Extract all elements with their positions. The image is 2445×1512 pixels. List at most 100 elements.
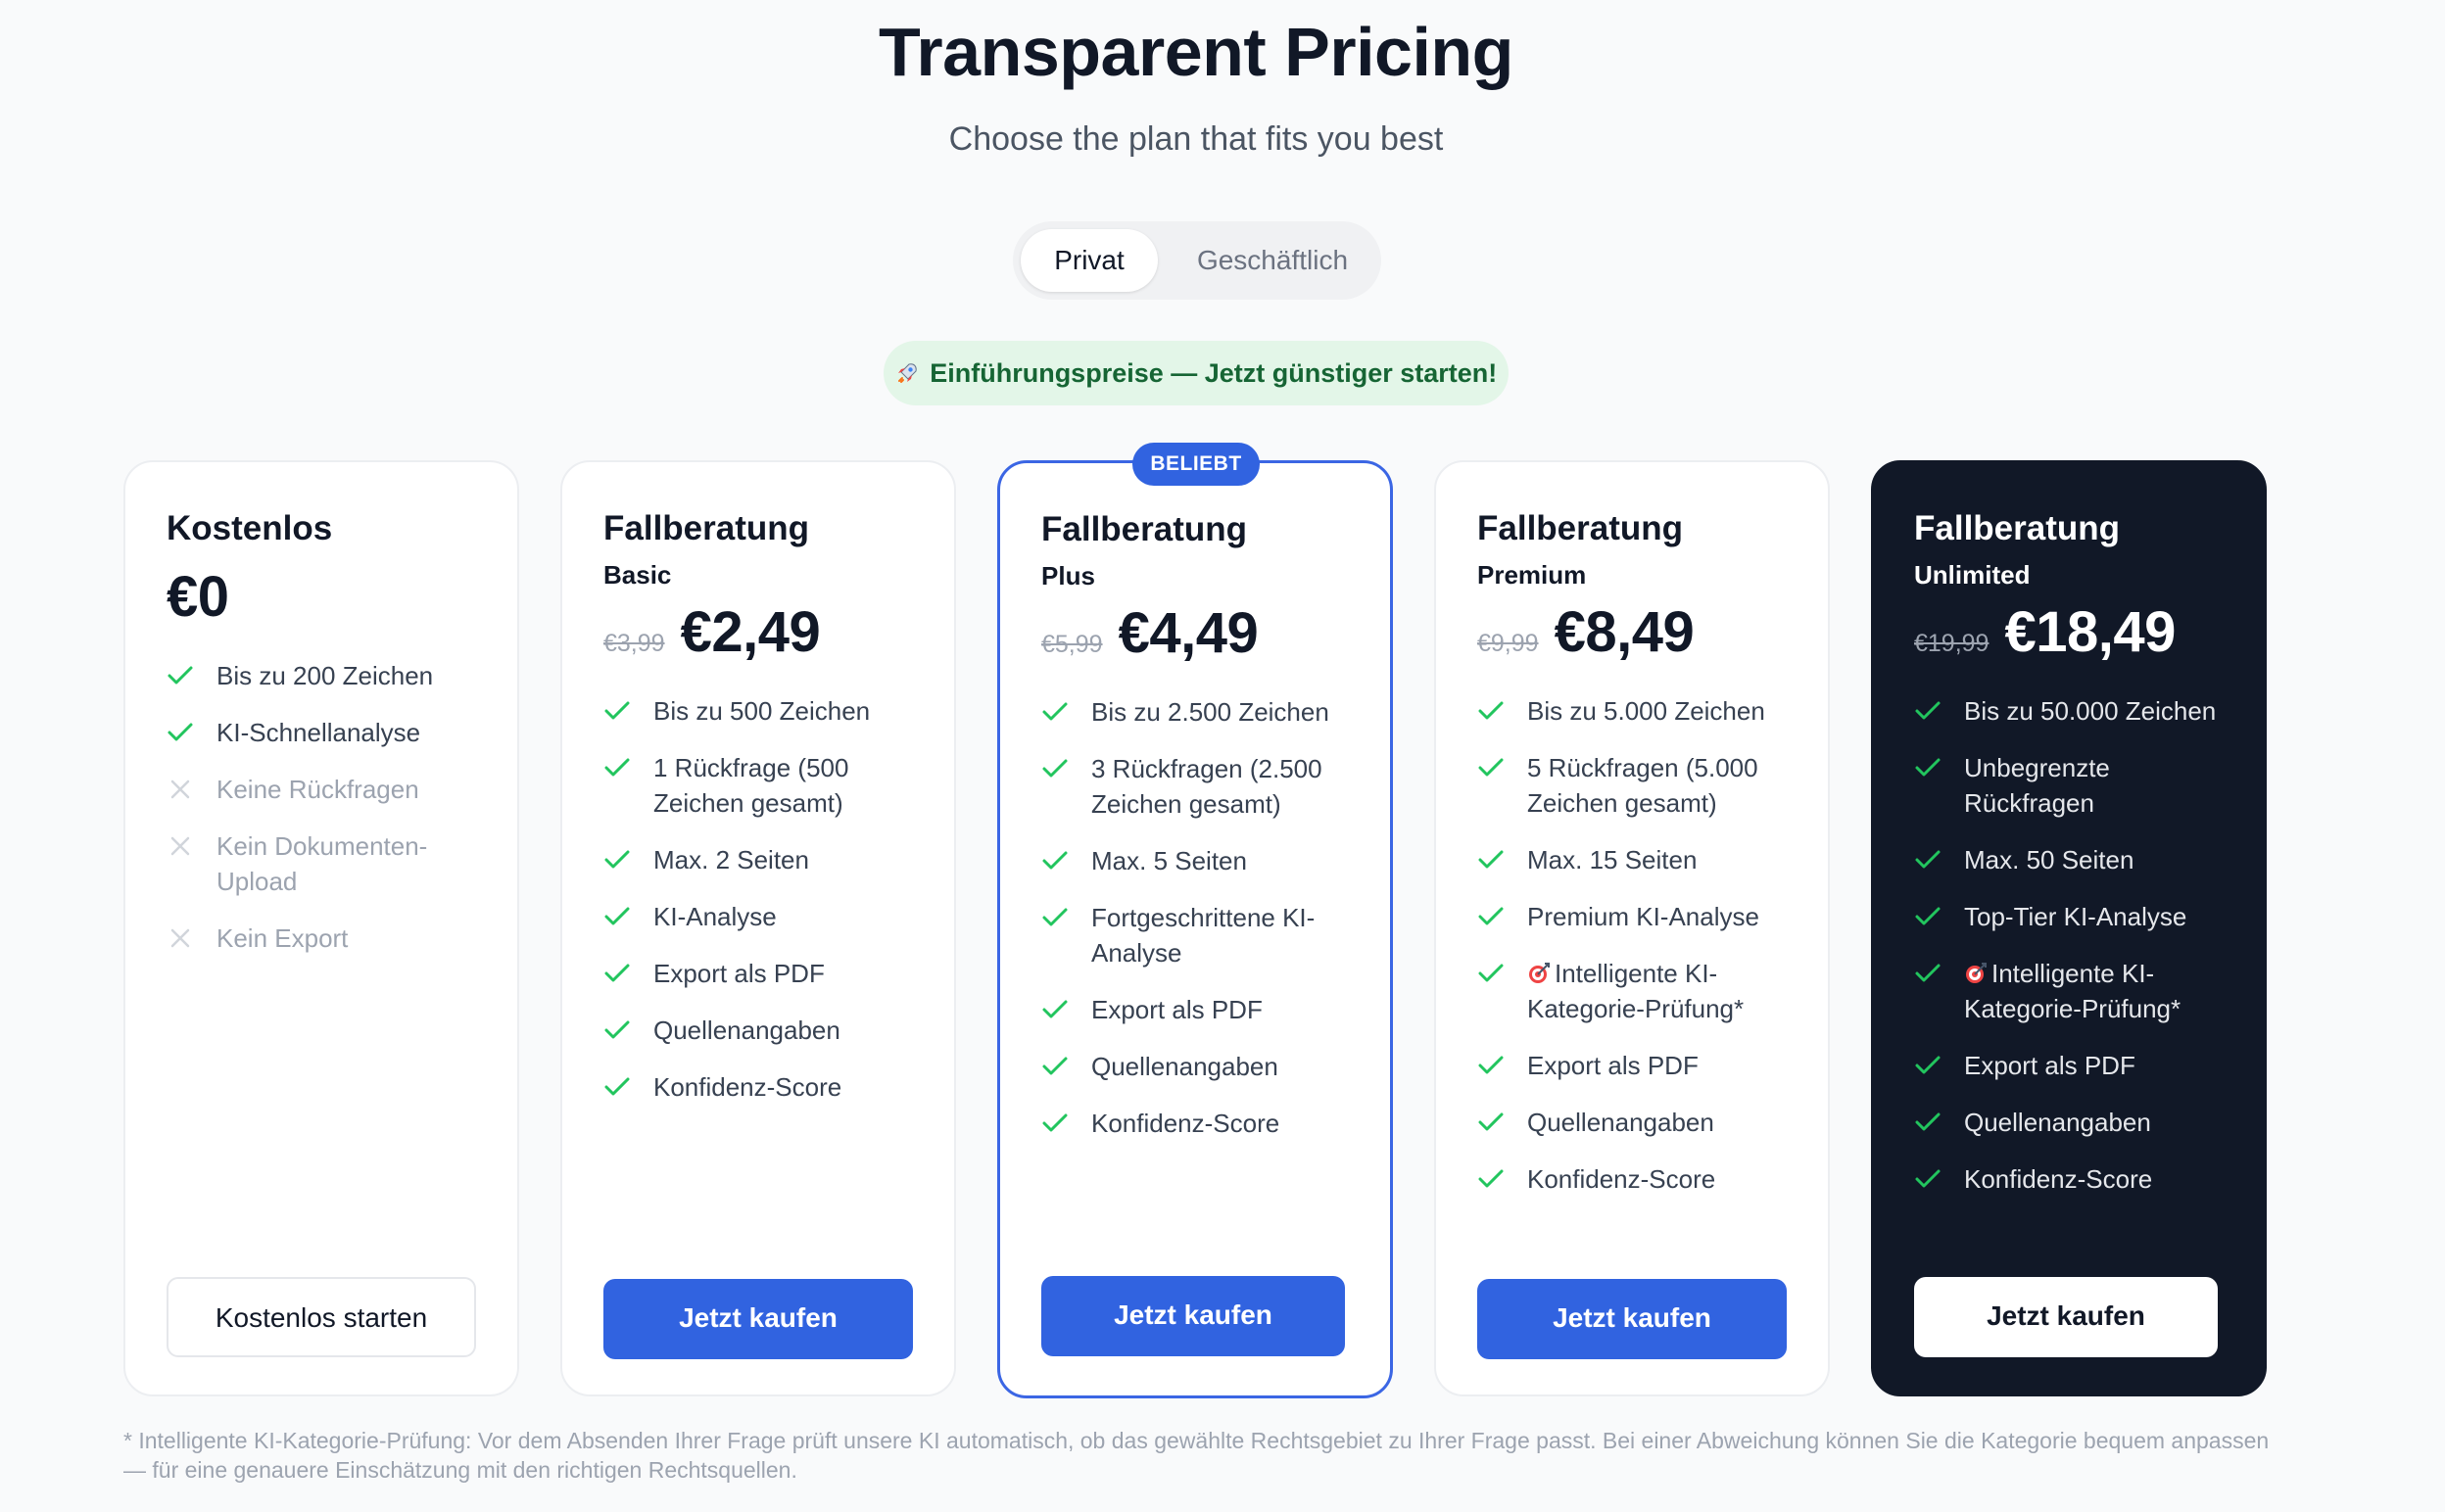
feature-item: Bis zu 500 Zeichen <box>603 693 935 729</box>
feature-item: Quellenangaben <box>1041 1049 1370 1084</box>
feature-item: Export als PDF <box>1477 1048 1808 1083</box>
feature-item: Quellenangaben <box>603 1013 935 1048</box>
cross-icon <box>167 834 194 858</box>
plan-card-unlimited: Fallberatung Unlimited €19,99 €18,49 Bis… <box>1871 460 2267 1396</box>
check-icon <box>603 905 631 928</box>
check-icon <box>1477 905 1505 928</box>
feature-item: Bis zu 2.500 Zeichen <box>1041 694 1370 730</box>
feature-text: Max. 5 Seiten <box>1091 846 1247 875</box>
plan-tier: Basic <box>603 560 672 590</box>
price-row: €3,99 €2,49 <box>603 599 821 665</box>
buy-button[interactable]: Jetzt kaufen <box>1914 1277 2218 1357</box>
feature-text: Kein Dokumenten-Upload <box>216 831 428 896</box>
feature-text: KI-Schnellanalyse <box>216 718 421 747</box>
price-row: €0 <box>167 564 229 630</box>
check-icon <box>1477 699 1505 723</box>
check-icon <box>603 756 631 780</box>
feature-list: Bis zu 50.000 Zeichen Unbegrenzte Rückfra… <box>1914 693 2245 1218</box>
target-icon <box>1527 959 1551 983</box>
feature-item: 1 Rückfrage (500 Zeichen gesamt) <box>603 750 935 821</box>
check-icon <box>1477 1110 1505 1134</box>
check-icon <box>1477 962 1505 985</box>
feature-item: Export als PDF <box>1041 992 1370 1027</box>
page-subtitle: Choose the plan that fits you best <box>948 120 1444 158</box>
buy-button[interactable]: Jetzt kaufen <box>1477 1279 1787 1359</box>
feature-item: Max. 15 Seiten <box>1477 842 1808 877</box>
check-icon <box>1477 848 1505 872</box>
feature-item: Export als PDF <box>603 956 935 991</box>
feature-item: 5 Rückfragen (5.000 Zeichen gesamt) <box>1477 750 1808 821</box>
toggle-option-privat[interactable]: Privat <box>1021 229 1158 292</box>
feature-item: Bis zu 5.000 Zeichen <box>1477 693 1808 729</box>
check-icon <box>1041 849 1069 873</box>
target-icon <box>1964 959 1988 983</box>
feature-text: Bis zu 5.000 Zeichen <box>1527 696 1765 726</box>
feature-text: Max. 2 Seiten <box>653 845 809 874</box>
check-icon <box>603 1018 631 1042</box>
feature-item: Konfidenz-Score <box>1477 1161 1808 1197</box>
feature-text: Max. 50 Seiten <box>1964 845 2134 874</box>
feature-item: Quellenangaben <box>1914 1105 2245 1140</box>
buy-button[interactable]: Jetzt kaufen <box>603 1279 913 1359</box>
feature-item: Bis zu 200 Zeichen <box>167 658 498 693</box>
check-icon <box>1477 1167 1505 1191</box>
plan-card-premium: Fallberatung Premium €9,99 €8,49 Bis zu … <box>1434 460 1830 1396</box>
plan-card-plus: Fallberatung Plus €5,99 €4,49 Bis zu 2.5… <box>997 460 1393 1398</box>
toggle-option-geschaeftlich[interactable]: Geschäftlich <box>1170 229 1375 292</box>
feature-text: Konfidenz-Score <box>1091 1109 1280 1138</box>
check-icon <box>1041 757 1069 780</box>
feature-item: Bis zu 50.000 Zeichen <box>1914 693 2245 729</box>
feature-item: Top-Tier KI-Analyse <box>1914 899 2245 934</box>
feature-text: 3 Rückfragen (2.500 Zeichen gesamt) <box>1091 754 1322 819</box>
page-title: Transparent Pricing <box>879 14 1513 90</box>
feature-text: Top-Tier KI-Analyse <box>1964 902 2187 931</box>
check-icon <box>1041 998 1069 1021</box>
feature-text: Konfidenz-Score <box>1964 1164 2153 1194</box>
plan-tier: Plus <box>1041 561 1095 591</box>
check-icon <box>1041 700 1069 724</box>
check-icon <box>1914 699 1942 723</box>
price-row: €19,99 €18,49 <box>1914 599 2176 665</box>
cross-icon <box>167 926 194 950</box>
plan-name: Kostenlos <box>167 509 333 547</box>
check-icon <box>1914 1110 1942 1134</box>
buy-button[interactable]: Jetzt kaufen <box>1041 1276 1345 1356</box>
feature-item: Fortgeschrittene KI-Analyse <box>1041 900 1370 970</box>
feature-item: Max. 2 Seiten <box>603 842 935 877</box>
cross-icon <box>167 778 194 801</box>
plan-card-basic: Fallberatung Basic €3,99 €2,49 Bis zu 50… <box>560 460 956 1396</box>
feature-text: Bis zu 500 Zeichen <box>653 696 871 726</box>
feature-text: Konfidenz-Score <box>653 1072 842 1102</box>
old-price: €19,99 <box>1914 630 1990 657</box>
promo-text: Einführungspreise — Jetzt günstiger star… <box>930 358 1498 388</box>
old-price: €9,99 <box>1477 630 1539 657</box>
feature-item: Export als PDF <box>1914 1048 2245 1083</box>
start-free-button[interactable]: Kostenlos starten <box>167 1277 476 1357</box>
plan-tier: Unlimited <box>1914 560 2031 590</box>
price-row: €5,99 €4,49 <box>1041 600 1259 666</box>
check-icon <box>603 962 631 985</box>
plan-tier: Premium <box>1477 560 1587 590</box>
feature-item: Konfidenz-Score <box>1041 1106 1370 1141</box>
price: €8,49 <box>1554 600 1695 664</box>
feature-text: Keine Rückfragen <box>216 775 419 804</box>
plan-type-toggle: Privat Geschäftlich <box>1013 221 1381 300</box>
feature-text: Unbegrenzte Rückfragen <box>1964 753 2110 818</box>
old-price: €3,99 <box>603 630 665 657</box>
feature-item: Keine Rückfragen <box>167 772 498 807</box>
check-icon <box>167 721 194 744</box>
feature-text: KI-Analyse <box>653 902 777 931</box>
check-icon <box>1041 906 1069 929</box>
plan-name: Fallberatung <box>603 509 810 547</box>
feature-item: Intelligente KI-Kategorie-Prüfung* <box>1477 956 1808 1026</box>
feature-text: Export als PDF <box>1527 1051 1699 1080</box>
old-price: €5,99 <box>1041 631 1103 658</box>
check-icon <box>603 699 631 723</box>
check-icon <box>1041 1055 1069 1078</box>
feature-text: Export als PDF <box>1091 995 1263 1024</box>
feature-list: Bis zu 5.000 Zeichen 5 Rückfragen (5.000 … <box>1477 693 1808 1218</box>
feature-item: Max. 50 Seiten <box>1914 842 2245 877</box>
plan-name: Fallberatung <box>1041 510 1248 548</box>
feature-text: Bis zu 2.500 Zeichen <box>1091 697 1329 727</box>
feature-text: Bis zu 50.000 Zeichen <box>1964 696 2217 726</box>
